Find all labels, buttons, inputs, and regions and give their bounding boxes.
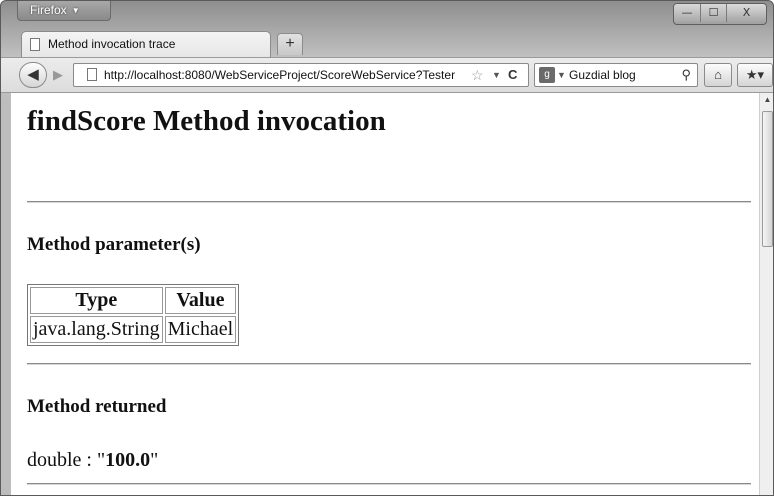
magnifier-icon[interactable]: ⚲ [681, 64, 691, 86]
divider [27, 363, 751, 365]
firefox-menu-label: Firefox [30, 3, 67, 17]
scrollbar-thumb[interactable] [762, 111, 773, 247]
home-button[interactable]: ⌂ [704, 63, 732, 87]
history-dropdown-icon[interactable]: ▼ [492, 64, 501, 86]
maximize-button[interactable]: ☐ [700, 4, 726, 22]
vertical-scrollbar[interactable]: ▲ [759, 93, 773, 495]
params-heading: Method parameter(s) [27, 234, 201, 255]
address-bar[interactable]: http://localhost:8080/WebServiceProject/… [73, 63, 529, 87]
page-title: findScore Method invocation [27, 105, 386, 137]
divider [27, 483, 751, 485]
page-content: findScore Method invocation Method param… [11, 93, 759, 495]
new-tab-button[interactable]: + [277, 33, 303, 55]
close-button[interactable]: X [726, 4, 766, 22]
home-icon: ⌂ [714, 67, 722, 82]
navigation-toolbar: ◀ ▶ http://localhost:8080/WebServiceProj… [1, 57, 773, 93]
table-row: java.lang.String Michael [30, 316, 237, 343]
tab-method-invocation-trace[interactable]: Method invocation trace [21, 31, 271, 57]
page-icon [87, 68, 97, 81]
chevron-down-icon: ▼ [71, 6, 80, 15]
search-bar[interactable]: g ▼ Guzdial blog ⚲ [534, 63, 698, 87]
search-engine-icon[interactable]: g [539, 67, 555, 83]
divider [27, 201, 751, 203]
firefox-menu-button[interactable]: Firefox ▼ [17, 1, 111, 21]
returned-heading: Method returned [27, 396, 167, 417]
bookmarks-icon: ★▾ [745, 67, 765, 82]
forward-button[interactable]: ▶ [47, 66, 69, 84]
reload-icon[interactable]: C [508, 64, 517, 86]
return-value-text: 100.0 [105, 449, 151, 471]
param-type-cell: java.lang.String [30, 316, 163, 343]
scroll-up-icon[interactable]: ▲ [760, 93, 773, 107]
column-header-value: Value [164, 287, 237, 314]
params-table: Type Value java.lang.String Michael [27, 284, 240, 346]
table-header-row: Type Value [30, 287, 237, 314]
chevron-down-icon[interactable]: ▼ [557, 64, 566, 86]
minimize-button[interactable]: — [674, 4, 700, 22]
window-controls: — ☐ X [673, 3, 767, 25]
bookmark-star-icon[interactable]: ☆ [471, 64, 484, 86]
return-value: double : "100.0" [27, 449, 158, 472]
back-button[interactable]: ◀ [19, 62, 47, 88]
column-header-type: Type [30, 287, 163, 314]
page-icon [30, 38, 40, 51]
return-type: double : " [27, 449, 106, 471]
search-engine-name: Guzdial blog [569, 68, 636, 82]
address-text: http://localhost:8080/WebServiceProject/… [104, 68, 456, 82]
param-value-cell: Michael [164, 316, 237, 343]
tab-title: Method invocation trace [48, 37, 176, 51]
return-suffix: " [150, 449, 159, 471]
back-arrow-icon: ◀ [27, 66, 39, 83]
forward-arrow-icon: ▶ [53, 67, 63, 82]
browser-window: Firefox ▼ — ☐ X Method invocation trace +… [0, 0, 774, 496]
bookmarks-button[interactable]: ★▾ [737, 63, 773, 87]
